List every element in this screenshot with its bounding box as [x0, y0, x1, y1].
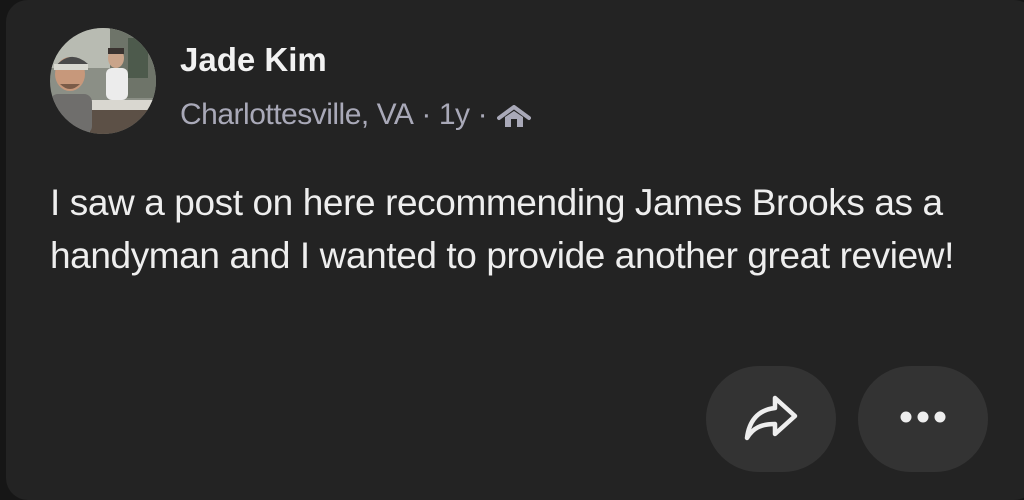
post-body-text: I saw a post on here recommending James …	[50, 182, 954, 276]
post-timestamp[interactable]: 1y	[439, 98, 470, 132]
post-card: Jade Kim Charlottesville, VA · 1y · I sa…	[6, 0, 1024, 500]
more-options-button[interactable]	[858, 366, 988, 472]
post-location[interactable]: Charlottesville, VA	[180, 98, 414, 132]
meta-separator: ·	[421, 98, 431, 131]
neighborhood-home-icon[interactable]	[497, 103, 532, 127]
avatar-photo-icon	[50, 28, 156, 134]
author-avatar[interactable]	[50, 28, 156, 134]
meta-separator: ·	[477, 98, 488, 131]
author-name[interactable]: Jade Kim	[180, 41, 327, 79]
share-button[interactable]	[706, 366, 836, 472]
more-options-icon	[898, 409, 948, 430]
share-arrow-icon	[741, 392, 801, 447]
post-meta: Charlottesville, VA · 1y ·	[180, 98, 532, 132]
